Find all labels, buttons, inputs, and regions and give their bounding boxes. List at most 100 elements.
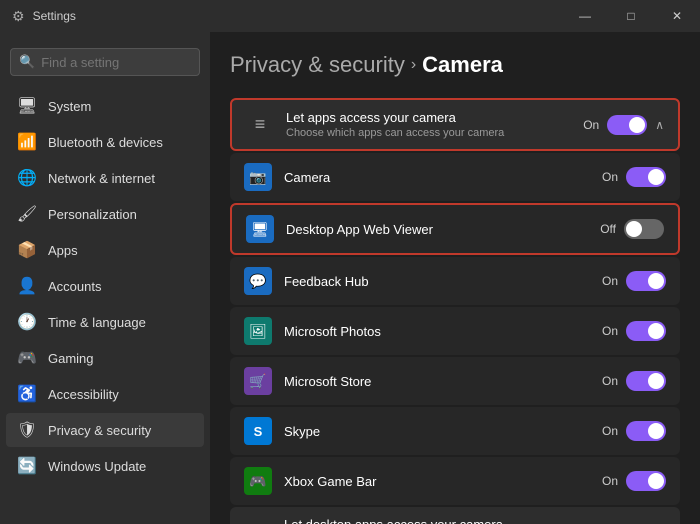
store-status: On	[602, 374, 618, 388]
personalization-icon: 🖌	[18, 205, 36, 223]
sidebar-item-label: Windows Update	[48, 459, 146, 474]
desktop-web-right: Off	[600, 219, 664, 239]
toggle-knob	[648, 473, 664, 489]
breadcrumb: Privacy & security › Camera	[230, 52, 680, 78]
update-icon: 🔄	[18, 457, 36, 475]
sidebar-item-system[interactable]: 🖥 System	[6, 89, 204, 123]
let-apps-toggle[interactable]	[607, 115, 647, 135]
camera-app-title: Camera	[284, 170, 590, 185]
let-apps-text: Let apps access your camera Choose which…	[286, 110, 571, 139]
skype-icon: S	[244, 417, 272, 445]
breadcrumb-current: Camera	[422, 52, 503, 78]
breadcrumb-chevron: ›	[411, 56, 416, 74]
xbox-right: On	[602, 471, 666, 491]
titlebar-left: ⚙ Settings	[12, 8, 76, 25]
feedback-title: Feedback Hub	[284, 274, 590, 289]
camera-app-toggle[interactable]	[626, 167, 666, 187]
sidebar-item-accessibility[interactable]: ♿ Accessibility	[6, 377, 204, 411]
store-toggle[interactable]	[626, 371, 666, 391]
desktop-web-toggle[interactable]	[624, 219, 664, 239]
sidebar-item-gaming[interactable]: 🎮 Gaming	[6, 341, 204, 375]
feedback-right: On	[602, 271, 666, 291]
apps-icon: 📦	[18, 241, 36, 259]
network-icon: 🌐	[18, 169, 36, 187]
skype-right: On	[602, 421, 666, 441]
sidebar-item-label: Gaming	[48, 351, 94, 366]
search-icon: 🔍	[19, 54, 35, 70]
time-icon: 🕐	[18, 313, 36, 331]
setting-row-desktop-web: 🖥 Desktop App Web Viewer Off	[230, 203, 680, 255]
system-icon: 🖥	[18, 97, 36, 115]
sidebar-item-label: Time & language	[48, 315, 146, 330]
let-apps-icon: ≡	[246, 111, 274, 139]
sidebar: 🔍 🖥 System 📶 Bluetooth & devices 🌐 Netwo…	[0, 32, 210, 524]
titlebar-title: Settings	[33, 9, 76, 23]
accessibility-icon: ♿	[18, 385, 36, 403]
sidebar-item-network[interactable]: 🌐 Network & internet	[6, 161, 204, 195]
photos-toggle[interactable]	[626, 321, 666, 341]
feedback-status: On	[602, 274, 618, 288]
toggle-knob	[648, 373, 664, 389]
sidebar-item-label: Bluetooth & devices	[48, 135, 163, 150]
let-apps-right: On ∧	[583, 115, 664, 135]
sidebar-item-update[interactable]: 🔄 Windows Update	[6, 449, 204, 483]
sidebar-item-label: Accessibility	[48, 387, 119, 402]
sidebar-item-label: Privacy & security	[48, 423, 151, 438]
sidebar-item-time[interactable]: 🕐 Time & language	[6, 305, 204, 339]
desktop-web-icon: 🖥	[246, 215, 274, 243]
accounts-icon: 👤	[18, 277, 36, 295]
gaming-icon: 🎮	[18, 349, 36, 367]
photos-right: On	[602, 321, 666, 341]
sidebar-item-apps[interactable]: 📦 Apps	[6, 233, 204, 267]
sidebar-item-label: System	[48, 99, 91, 114]
sidebar-item-accounts[interactable]: 👤 Accounts	[6, 269, 204, 303]
search-box[interactable]: 🔍	[10, 48, 200, 76]
desktop-web-title: Desktop App Web Viewer	[286, 222, 588, 237]
sidebar-item-label: Accounts	[48, 279, 101, 294]
maximize-button[interactable]: □	[608, 0, 654, 32]
minimize-button[interactable]: —	[562, 0, 608, 32]
skype-title: Skype	[284, 424, 590, 439]
photos-status: On	[602, 324, 618, 338]
photos-title: Microsoft Photos	[284, 324, 590, 339]
toggle-knob	[626, 221, 642, 237]
app-body: 🔍 🖥 System 📶 Bluetooth & devices 🌐 Netwo…	[0, 32, 700, 524]
feedback-icon: 💬	[244, 267, 272, 295]
setting-row-photos: 🖼 Microsoft Photos On	[230, 307, 680, 355]
skype-toggle[interactable]	[626, 421, 666, 441]
setting-row-store: 🛒 Microsoft Store On	[230, 357, 680, 405]
sidebar-item-bluetooth[interactable]: 📶 Bluetooth & devices	[6, 125, 204, 159]
xbox-text: Xbox Game Bar	[284, 474, 590, 489]
desktop-apps-title: Let desktop apps access your camera	[284, 517, 590, 524]
let-apps-title: Let apps access your camera	[286, 110, 571, 125]
sidebar-item-personalization[interactable]: 🖌 Personalization	[6, 197, 204, 231]
sidebar-item-label: Network & internet	[48, 171, 155, 186]
xbox-toggle[interactable]	[626, 471, 666, 491]
close-button[interactable]: ✕	[654, 0, 700, 32]
toggle-knob	[648, 169, 664, 185]
settings-list: ≡ Let apps access your camera Choose whi…	[230, 98, 680, 524]
let-apps-subtitle: Choose which apps can access your camera	[286, 127, 571, 139]
camera-app-icon: 📷	[244, 163, 272, 191]
titlebar-controls: — □ ✕	[562, 0, 700, 32]
search-input[interactable]	[41, 55, 210, 70]
photos-text: Microsoft Photos	[284, 324, 590, 339]
sidebar-item-label: Apps	[48, 243, 78, 258]
store-title: Microsoft Store	[284, 374, 590, 389]
let-apps-status: On	[583, 118, 599, 132]
camera-app-text: Camera	[284, 170, 590, 185]
setting-row-let-apps: ≡ Let apps access your camera Choose whi…	[230, 98, 680, 151]
desktop-web-text: Desktop App Web Viewer	[286, 222, 588, 237]
breadcrumb-parent: Privacy & security	[230, 52, 405, 78]
photos-icon: 🖼	[244, 317, 272, 345]
xbox-icon: 🎮	[244, 467, 272, 495]
feedback-toggle[interactable]	[626, 271, 666, 291]
expand-icon[interactable]: ∧	[655, 118, 664, 132]
setting-row-xbox: 🎮 Xbox Game Bar On	[230, 457, 680, 505]
store-icon: 🛒	[244, 367, 272, 395]
toggle-knob	[648, 423, 664, 439]
store-text: Microsoft Store	[284, 374, 590, 389]
toggle-knob	[648, 323, 664, 339]
sidebar-item-privacy[interactable]: 🛡 Privacy & security	[6, 413, 204, 447]
camera-app-right: On	[602, 167, 666, 187]
